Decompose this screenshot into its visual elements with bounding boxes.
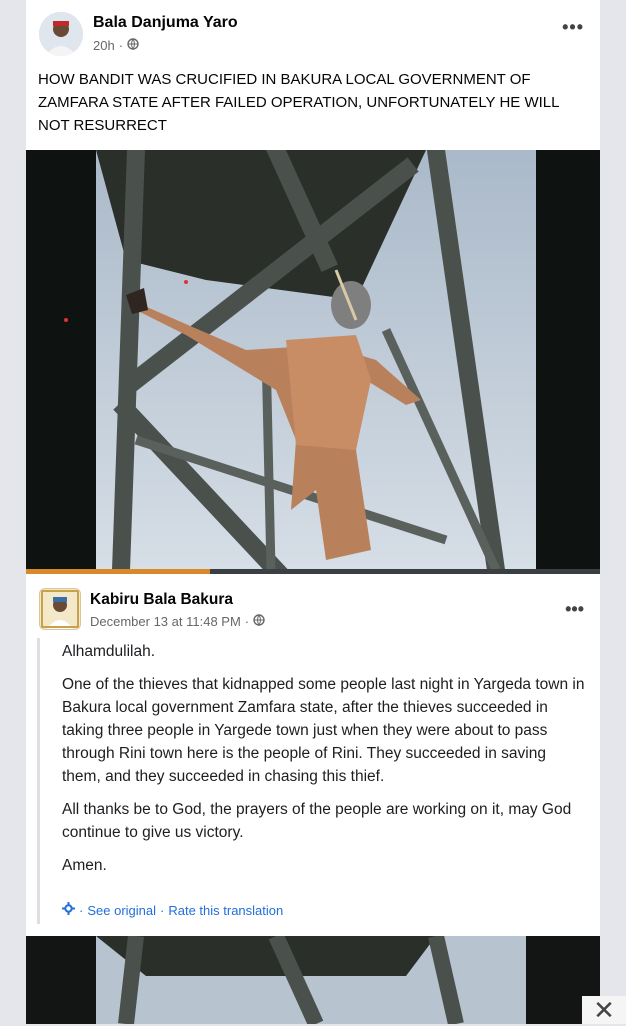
separator: · xyxy=(118,38,124,53)
shared-author-name[interactable]: Kabiru Bala Bakura xyxy=(90,591,233,609)
post-text: HOW BANDIT WAS CRUCIFIED IN BAKURA LOCAL… xyxy=(38,71,559,134)
post-photo[interactable] xyxy=(26,150,600,574)
paragraph: One of the thieves that kidnapped some p… xyxy=(62,676,585,785)
separator: · xyxy=(79,902,84,918)
post-meta: 20h · xyxy=(93,38,139,53)
globe-icon xyxy=(253,614,265,629)
rate-translation-link[interactable]: Rate this translation xyxy=(168,903,283,918)
paragraph: Alhamdulilah. xyxy=(62,643,156,660)
photo-illustration xyxy=(26,150,600,574)
shared-post-card: Kabiru Bala Bakura December 13 at 11:48 … xyxy=(26,574,600,936)
author-avatar[interactable] xyxy=(39,12,83,56)
post-time[interactable]: 20h xyxy=(93,38,115,53)
shared-post-time[interactable]: December 13 at 11:48 PM xyxy=(90,614,241,629)
post-author-name[interactable]: Bala Danjuma Yaro xyxy=(93,14,238,32)
quote-rule xyxy=(37,638,40,924)
paragraph: Amen. xyxy=(62,857,107,874)
shared-post-body: Alhamdulilah. One of the thieves that ki… xyxy=(62,640,588,887)
post-more-options-button[interactable]: ••• xyxy=(562,18,584,36)
gear-icon xyxy=(62,902,75,918)
see-original-link[interactable]: See original xyxy=(87,903,156,918)
close-button[interactable]: ✕ xyxy=(582,995,626,1025)
shared-post-meta: December 13 at 11:48 PM · xyxy=(90,614,265,629)
separator: · xyxy=(244,614,250,629)
next-photo-illustration xyxy=(26,936,600,1024)
paragraph: All thanks be to God, the prayers of the… xyxy=(62,801,572,841)
post-header-card: Bala Danjuma Yaro 20h · ••• HOW BANDIT W… xyxy=(26,0,600,150)
translation-bar: · See original · Rate this translation xyxy=(62,902,283,918)
shared-author-avatar[interactable] xyxy=(39,588,81,630)
shared-more-options-button[interactable]: ••• xyxy=(565,600,584,618)
next-post-photo[interactable] xyxy=(26,936,600,1024)
separator: · xyxy=(160,902,165,918)
globe-icon xyxy=(127,38,139,53)
